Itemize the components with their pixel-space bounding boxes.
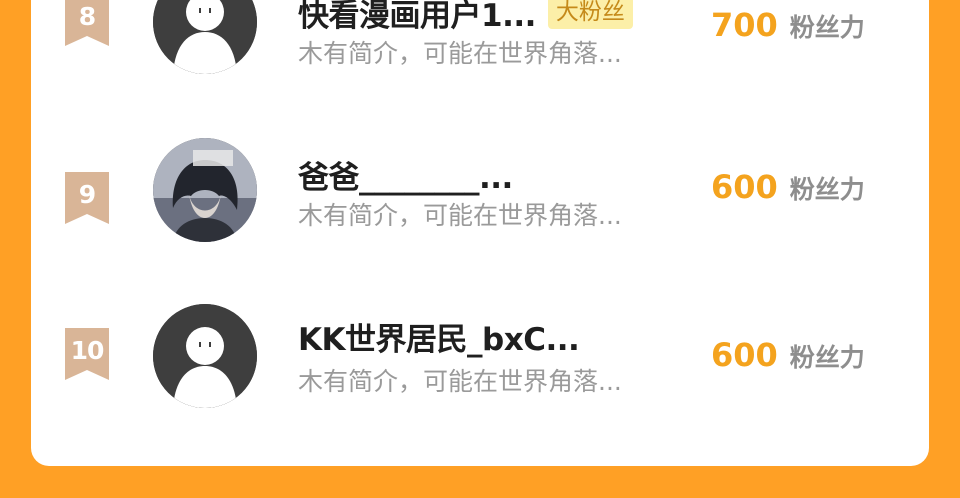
- avatar[interactable]: [153, 138, 257, 242]
- fan-level-badge: 大粉丝: [547, 0, 633, 29]
- user-bio: 木有简介，可能在世界角落...: [298, 367, 622, 396]
- fan-power-unit: 粉丝力: [789, 175, 865, 204]
- rank-badge: 10: [65, 328, 109, 380]
- rank-number: 8: [78, 2, 96, 31]
- list-item[interactable]: 9 爸爸________... 木有简介，可能在世界角落... 600 粉丝力: [31, 132, 929, 262]
- fan-power-value: 600: [711, 168, 778, 206]
- leaderboard-card: 8 快看漫画用户1... 大粉丝 木有简介，可能在世界角落... 700 粉丝力: [31, 0, 929, 466]
- user-bio: 木有简介，可能在世界角落...: [298, 201, 622, 230]
- user-name[interactable]: 爸爸________...: [298, 152, 513, 197]
- avatar[interactable]: [153, 0, 257, 74]
- fan-power-value: 700: [711, 6, 778, 44]
- user-name[interactable]: KK世界居民_bxC...: [298, 314, 580, 359]
- default-person-icon: [153, 0, 257, 74]
- list-item[interactable]: 8 快看漫画用户1... 大粉丝 木有简介，可能在世界角落... 700 粉丝力: [31, 0, 929, 100]
- user-name[interactable]: 快看漫画用户1...: [298, 0, 536, 35]
- fan-power-unit: 粉丝力: [789, 13, 865, 42]
- fan-power-value: 600: [711, 336, 778, 374]
- user-bio: 木有简介，可能在世界角落...: [298, 39, 622, 68]
- rank-badge: 9: [65, 172, 109, 224]
- default-person-icon: [153, 304, 257, 408]
- rank-number: 10: [70, 336, 105, 365]
- avatar[interactable]: [153, 304, 257, 408]
- anime-character-photo: [153, 138, 257, 242]
- list-item[interactable]: 10 KK世界居民_bxC... 木有简介，可能在世界角落... 600 粉丝力: [31, 288, 929, 418]
- fan-power-unit: 粉丝力: [789, 343, 865, 372]
- rank-badge: 8: [65, 0, 109, 46]
- rank-number: 9: [78, 180, 96, 209]
